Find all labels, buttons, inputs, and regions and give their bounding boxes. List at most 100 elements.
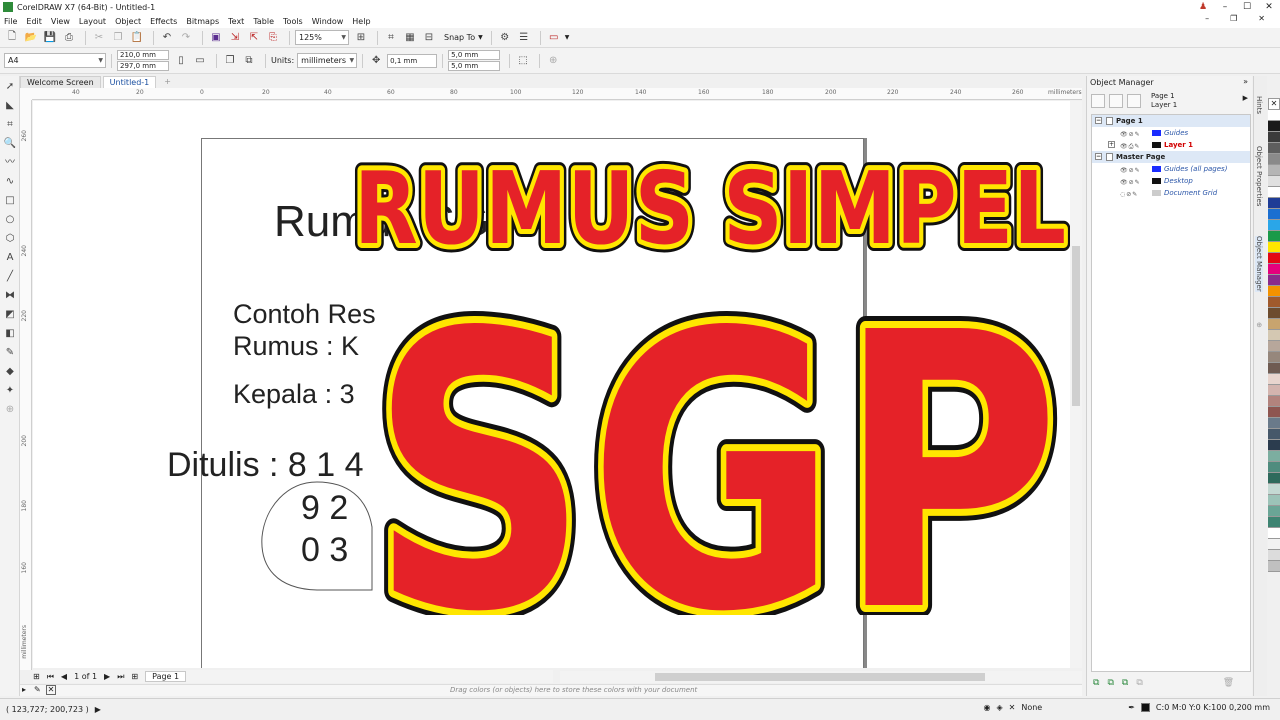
- palette-swatch[interactable]: [1268, 341, 1280, 352]
- menu-object[interactable]: Object: [115, 17, 141, 26]
- no-color-swatch[interactable]: ✕: [1268, 98, 1280, 110]
- doc-restore-button[interactable]: ❐: [1230, 14, 1237, 23]
- new-document-icon[interactable]: 🗋: [4, 30, 20, 46]
- palette-swatch[interactable]: [1268, 528, 1280, 539]
- snap-to-dropdown[interactable]: Snap To: [444, 33, 475, 42]
- duplicate-distance-x-input[interactable]: 5,0 mm: [448, 50, 501, 60]
- palette-swatch[interactable]: [1268, 264, 1280, 275]
- minimize-button[interactable]: –: [1214, 0, 1236, 14]
- duplicate-distance-y-input[interactable]: 5,0 mm: [448, 61, 501, 71]
- page-height-input[interactable]: 297,0 mm: [117, 61, 169, 71]
- menu-edit[interactable]: Edit: [26, 17, 42, 26]
- palette-swatch[interactable]: [1268, 231, 1280, 242]
- menu-file[interactable]: File: [4, 17, 17, 26]
- import-icon[interactable]: ⇲: [227, 30, 243, 46]
- zoom-tool-icon[interactable]: 🔍: [3, 137, 17, 151]
- collapse-icon[interactable]: −: [1095, 117, 1102, 124]
- palette-swatch[interactable]: [1268, 209, 1280, 220]
- rectangle-tool-icon[interactable]: □: [3, 194, 17, 208]
- print-icon[interactable]: ⎙: [61, 30, 77, 46]
- doc-minimize-button[interactable]: –: [1205, 14, 1209, 23]
- shape-tool-icon[interactable]: ◣: [3, 99, 17, 113]
- palette-swatch[interactable]: [1268, 473, 1280, 484]
- transparency-icon[interactable]: ◧: [3, 327, 17, 341]
- palette-swatch[interactable]: [1268, 143, 1280, 154]
- align-icon[interactable]: ☰: [516, 30, 532, 46]
- docker-collapse-icon[interactable]: »: [1243, 77, 1248, 86]
- palette-swatch[interactable]: [1268, 451, 1280, 462]
- new-master-layer-icon[interactable]: ⧉: [1107, 678, 1113, 688]
- menu-table[interactable]: Table: [253, 17, 274, 26]
- vertical-scroll-thumb[interactable]: [1072, 246, 1080, 406]
- export-icon[interactable]: ⇱: [246, 30, 262, 46]
- palette-swatch[interactable]: [1268, 396, 1280, 407]
- menu-layout[interactable]: Layout: [79, 17, 106, 26]
- page-size-combo[interactable]: A4 ▼: [4, 53, 106, 68]
- tree-layer-document-grid[interactable]: ◌⊘✎ Document Grid: [1092, 187, 1250, 199]
- palette-swatch[interactable]: [1268, 418, 1280, 429]
- palette-swatch[interactable]: [1268, 429, 1280, 440]
- undo-icon[interactable]: ↶: [159, 30, 175, 46]
- copy-icon[interactable]: ❐: [110, 30, 126, 46]
- text-tool-icon[interactable]: A: [3, 251, 17, 265]
- treat-as-filled-icon[interactable]: ⬚: [515, 53, 531, 69]
- page-width-input[interactable]: 210,0 mm: [117, 50, 169, 60]
- add-page-end-icon[interactable]: ⊞: [131, 672, 138, 681]
- tree-layer-desktop[interactable]: 👁⊘✎ Desktop: [1092, 175, 1250, 187]
- delete-layer-icon[interactable]: 🗑: [1223, 678, 1234, 688]
- eyedropper-icon[interactable]: ✎: [34, 685, 41, 694]
- artistic-media-icon[interactable]: ∿: [3, 175, 17, 189]
- palette-swatch[interactable]: [1268, 330, 1280, 341]
- horizontal-ruler[interactable]: 40 20 0 20 40 60 80 100 120 140 160 180 …: [32, 88, 1082, 100]
- palette-swatch[interactable]: [1268, 550, 1280, 561]
- palette-swatch[interactable]: [1268, 154, 1280, 165]
- user-icon[interactable]: ♟: [1192, 0, 1214, 14]
- no-color-swatch[interactable]: ✕: [46, 685, 56, 695]
- tree-layer-layer1[interactable]: + 👁⎙✎ Layer 1: [1092, 139, 1250, 151]
- palette-swatch[interactable]: [1268, 176, 1280, 187]
- cut-icon[interactable]: ✂: [91, 30, 107, 46]
- paste-icon[interactable]: 📋: [129, 30, 145, 46]
- launch-icon[interactable]: ▭: [546, 30, 562, 46]
- document-palette[interactable]: ▸ ✎ ✕ Drag colors (or objects) here to s…: [20, 684, 1082, 696]
- show-object-properties-icon[interactable]: [1109, 94, 1123, 108]
- tree-page-node[interactable]: − Page 1: [1092, 115, 1250, 127]
- prev-page-icon[interactable]: ◀: [61, 672, 67, 681]
- color-palette[interactable]: [1268, 110, 1280, 698]
- new-tab-plus-icon[interactable]: +: [158, 76, 177, 88]
- palette-swatch[interactable]: [1268, 286, 1280, 297]
- add-tool-icon[interactable]: ⊕: [3, 403, 17, 417]
- side-tab-hints[interactable]: Hints: [1255, 96, 1263, 114]
- palette-swatch[interactable]: [1268, 506, 1280, 517]
- freehand-tool-icon[interactable]: 〰: [3, 156, 17, 170]
- show-grid-icon[interactable]: ▦: [402, 30, 418, 46]
- plus-icon[interactable]: ⊕: [545, 53, 561, 69]
- open-icon[interactable]: 📂: [23, 30, 39, 46]
- palette-swatch[interactable]: [1268, 484, 1280, 495]
- ellipse-tool-icon[interactable]: ○: [3, 213, 17, 227]
- add-page-icon[interactable]: ⊞: [33, 672, 40, 681]
- ruler-origin[interactable]: [20, 88, 32, 100]
- palette-swatch[interactable]: [1268, 440, 1280, 451]
- side-tab-object-properties[interactable]: Object Properties: [1255, 146, 1263, 206]
- tree-master-page-node[interactable]: − Master Page: [1092, 151, 1250, 163]
- drop-shadow-icon[interactable]: ◩: [3, 308, 17, 322]
- outline-pen-icon[interactable]: ✒: [1128, 703, 1135, 712]
- vertical-ruler[interactable]: 260 240 220 200 180 160 millimeters: [20, 100, 32, 670]
- play-icon[interactable]: ▶: [95, 705, 101, 714]
- current-page-icon[interactable]: ⧉: [241, 53, 257, 69]
- palette-swatch[interactable]: [1268, 242, 1280, 253]
- page-text-line[interactable]: Kepala : 3: [233, 379, 355, 410]
- redo-icon[interactable]: ↷: [178, 30, 194, 46]
- color-proof-icon[interactable]: ◉: [983, 703, 990, 712]
- next-page-icon[interactable]: ▶: [104, 672, 110, 681]
- options-icon[interactable]: ⚙: [497, 30, 513, 46]
- palette-swatch[interactable]: [1268, 462, 1280, 473]
- menu-tools[interactable]: Tools: [283, 17, 303, 26]
- palette-swatch[interactable]: [1268, 308, 1280, 319]
- first-page-icon[interactable]: ⏮: [47, 672, 54, 682]
- page-tab[interactable]: Page 1: [145, 671, 187, 682]
- search-content-icon[interactable]: ▣: [208, 30, 224, 46]
- nudge-distance-input[interactable]: 0,1 mm: [387, 53, 438, 68]
- palette-arrow-icon[interactable]: ▸: [22, 685, 26, 694]
